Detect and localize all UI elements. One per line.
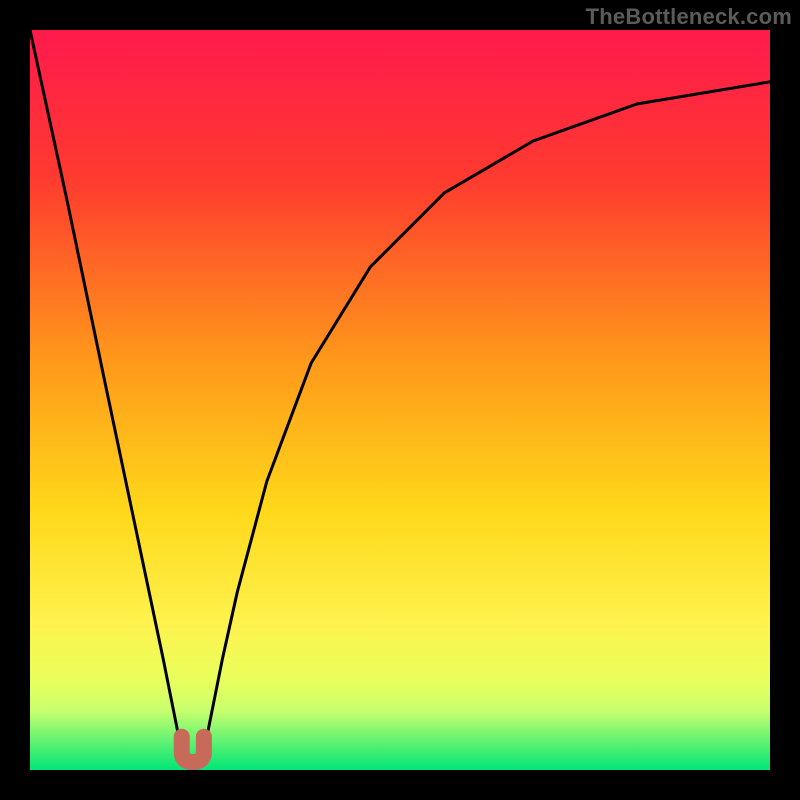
chart-frame: TheBottleneck.com (0, 0, 800, 800)
minimum-marker (182, 737, 204, 762)
bottleneck-curve (30, 30, 770, 768)
watermark-text: TheBottleneck.com (586, 4, 792, 30)
curve-layer (30, 30, 770, 770)
plot-area (30, 30, 770, 770)
